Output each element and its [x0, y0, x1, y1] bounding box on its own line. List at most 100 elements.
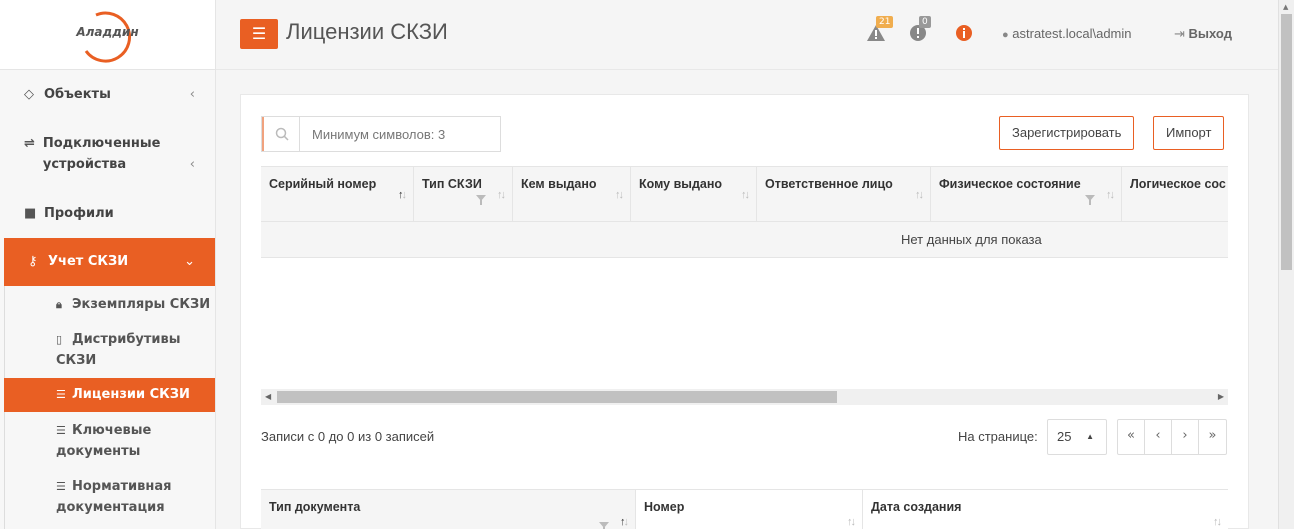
search-box [261, 116, 501, 152]
filter-icon[interactable] [1085, 195, 1095, 205]
sidebar-subitem-label: Экземпляры СКЗИ [72, 297, 211, 312]
horizontal-scrollbar-thumb[interactable] [277, 391, 837, 403]
column-logical-state[interactable]: Логическое сос [1122, 167, 1228, 221]
list-icon: ☰ [56, 424, 66, 437]
import-button[interactable]: Импорт [1153, 116, 1225, 150]
sort-icon[interactable]: ↑↓ [1106, 189, 1115, 201]
sidebar-item-profiles[interactable]: ■ Профили [0, 203, 215, 224]
per-page-select[interactable]: 25 ▲ [1047, 419, 1107, 455]
magnifier-icon [275, 127, 289, 141]
select-caret-icon: ▲ [1086, 432, 1094, 441]
column-issued-by[interactable]: Кем выдано ↑↓ [513, 167, 631, 221]
scroll-left-icon[interactable]: ◀ [265, 392, 271, 401]
column-label: Тип документа [269, 500, 361, 514]
usb-icon: ⇌ [24, 136, 35, 151]
sidebar-item-objects[interactable]: ◇ Объекты ‹ [0, 84, 215, 105]
sidebar-item-label: Подключенные устройства [42, 136, 161, 172]
info-button[interactable] [955, 24, 975, 44]
filter-icon[interactable] [476, 195, 486, 205]
last-page-button[interactable]: » [1199, 420, 1226, 454]
documents-table-header: Тип документа ↑↓ Номер ↑↓ Дата создания … [261, 489, 1228, 529]
records-info: Записи с 0 до 0 из 0 записей [261, 429, 435, 444]
key-icon: ⚷ [28, 254, 38, 269]
page-title: Лицензии СКЗИ [286, 19, 448, 44]
list-icon: ☰ [56, 388, 66, 401]
sort-icon[interactable]: ↑↓ [497, 189, 506, 201]
hamburger-icon: ☰ [251, 24, 267, 43]
lock-icon: 🔒︎ [56, 298, 62, 311]
column-label: Номер [644, 500, 685, 514]
user-menu[interactable]: ● astratest.local\admin [1002, 26, 1132, 41]
column-issued-to[interactable]: Кому выдано ↑↓ [631, 167, 757, 221]
first-page-button[interactable]: « [1118, 420, 1145, 454]
empty-table-message: Нет данных для показа [261, 222, 1228, 258]
column-label: Серийный номер [269, 177, 377, 191]
sidebar-subitem-licenses[interactable]: ☰ Лицензии СКЗИ [4, 378, 215, 412]
search-input[interactable] [300, 117, 500, 151]
sidebar-item-devices[interactable]: ⇌ Подключенные устройства ‹ [0, 133, 215, 175]
sidebar-item-label: Объекты [44, 87, 111, 102]
search-icon[interactable] [262, 117, 300, 151]
column-number[interactable]: Номер ↑↓ [636, 490, 863, 529]
scroll-right-icon[interactable]: ▶ [1218, 392, 1224, 401]
sidebar-item-label: Профили [44, 206, 114, 221]
column-responsible-person[interactable]: Ответственное лицо ↑↓ [757, 167, 931, 221]
column-label: Тип СКЗИ [422, 177, 482, 191]
next-page-button[interactable]: › [1172, 420, 1199, 454]
prev-page-button[interactable]: ‹ [1145, 420, 1172, 454]
warnings-badge: 21 [876, 16, 894, 28]
chevron-left-icon: ‹ [189, 87, 195, 102]
scroll-up-icon[interactable]: ▲ [1283, 3, 1288, 11]
column-label: Логическое сос [1130, 177, 1226, 191]
column-serial-number[interactable]: Серийный номер ↑↓ [261, 167, 414, 221]
licenses-table: Серийный номер ↑↓ Тип СКЗИ ↑↓ Кем выдано… [261, 166, 1228, 259]
menu-toggle-button[interactable]: ☰ [240, 19, 278, 49]
sidebar-item-skzi-accounting[interactable]: ⚷ Учет СКЗИ ⌄ [4, 238, 215, 286]
column-label: Дата создания [871, 500, 962, 514]
page-scrollbar[interactable]: ▲ [1278, 0, 1294, 529]
column-document-type[interactable]: Тип документа ↑↓ [261, 490, 636, 529]
column-physical-state[interactable]: Физическое состояние ↑↓ [931, 167, 1122, 221]
column-label: Физическое состояние [939, 177, 1081, 191]
file-icon: ▯ [56, 333, 63, 346]
user-name: astratest.local\admin [1012, 26, 1132, 41]
diamond-icon: ◇ [24, 87, 34, 102]
logout-button[interactable]: ⇥ Выход [1174, 26, 1232, 42]
sidebar-subitem-distributions[interactable]: ▯ Дистрибутивы СКЗИ [4, 329, 215, 371]
sort-icon[interactable]: ↑↓ [615, 189, 624, 201]
logo-area: Аладдин [0, 0, 215, 70]
info-icon [956, 25, 972, 41]
register-button[interactable]: Зарегистрировать [999, 116, 1135, 150]
sidebar-subitem-regulatory-docs[interactable]: ☰ Нормативная документация [4, 476, 215, 518]
sidebar-subitem-label: Нормативная документация [56, 479, 172, 515]
user-icon: ● [1002, 29, 1009, 41]
sidebar-subitem-key-documents[interactable]: ☰ Ключевые документы [4, 420, 215, 462]
chevron-left-icon: ‹ [189, 157, 195, 172]
sidebar: Аладдин ◇ Объекты ‹ ⇌ Подключенные устро… [0, 0, 216, 529]
page-scrollbar-thumb[interactable] [1281, 14, 1292, 270]
list-icon: ☰ [56, 480, 66, 493]
table-horizontal-scrollbar[interactable]: ◀ ▶ [261, 389, 1228, 405]
logout-label: Выход [1188, 26, 1232, 41]
errors-button[interactable]: 0 [909, 16, 931, 44]
column-label: Кем выдано [521, 177, 597, 191]
logo-text: Аладдин [76, 24, 139, 39]
column-skzi-type[interactable]: Тип СКЗИ ↑↓ [414, 167, 513, 221]
sort-asc-icon[interactable]: ↑↓ [620, 516, 629, 528]
per-page-label: На странице: [958, 429, 1038, 444]
sort-asc-icon[interactable]: ↑↓ [398, 189, 407, 201]
sidebar-item-label: Учет СКЗИ [48, 254, 129, 269]
brand-logo: Аладдин [68, 7, 148, 63]
warnings-button[interactable]: 21 [866, 16, 894, 44]
sort-icon[interactable]: ↑↓ [847, 516, 856, 528]
sidebar-subitem-label: Дистрибутивы СКЗИ [56, 332, 181, 368]
chevron-down-icon: ⌄ [184, 254, 195, 269]
column-label: Кому выдано [639, 177, 723, 191]
sort-icon[interactable]: ↑↓ [741, 189, 750, 201]
sidebar-subitem-label: Лицензии СКЗИ [72, 387, 190, 402]
sort-icon[interactable]: ↑↓ [915, 189, 924, 201]
sort-icon[interactable]: ↑↓ [1213, 516, 1222, 528]
column-created-date[interactable]: Дата создания ↑↓ [863, 490, 1228, 529]
sidebar-subitem-instances[interactable]: 🔒︎ Экземпляры СКЗИ [4, 294, 215, 315]
filter-icon[interactable] [599, 522, 609, 529]
